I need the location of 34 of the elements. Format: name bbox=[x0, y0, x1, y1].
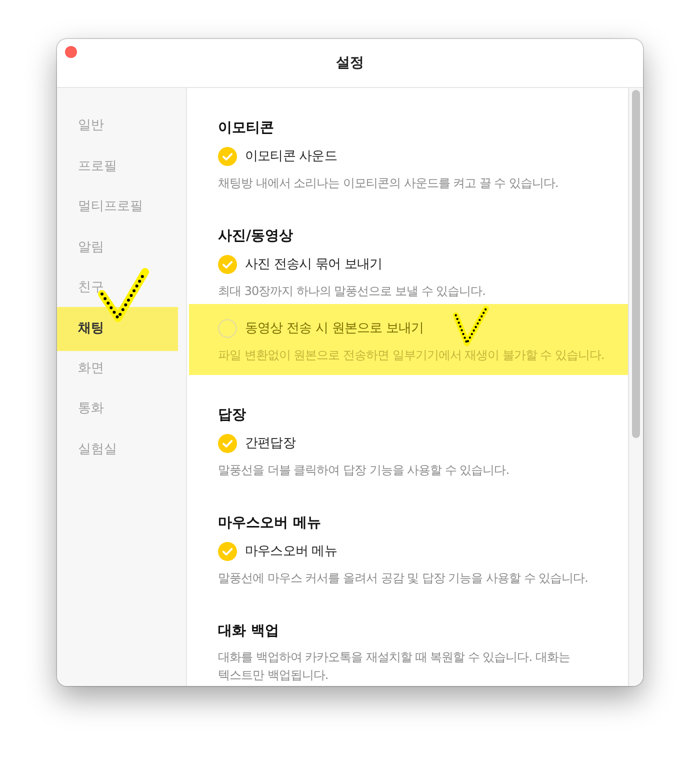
tick-mark-drawing bbox=[452, 305, 492, 349]
option-label: 사진 전송시 묶어 보내기 bbox=[245, 256, 382, 273]
window-title: 설정 bbox=[336, 54, 364, 72]
sidebar-item[interactable]: 일반 bbox=[57, 106, 178, 146]
close-button[interactable] bbox=[65, 46, 77, 58]
option-label: 간편답장 bbox=[245, 435, 296, 452]
sidebar-item[interactable]: 프로필 bbox=[57, 146, 178, 187]
sidebar-item[interactable]: 친구 bbox=[57, 268, 178, 308]
option-description: 채팅방 내에서 소리나는 이모티콘의 사운드를 켜고 끌 수 있습니다. bbox=[218, 175, 560, 192]
section-heading: 이모티콘 bbox=[217, 119, 275, 138]
sidebar-item[interactable]: 화면 bbox=[57, 348, 178, 389]
checkbox[interactable] bbox=[218, 318, 237, 338]
sidebar-item[interactable]: 멀티프로필 bbox=[57, 187, 178, 228]
sidebar-item[interactable]: 알림 bbox=[57, 228, 178, 268]
section-heading: 대화 백업 bbox=[217, 622, 280, 641]
option-description: 말풍선에 마우스 커서를 올려서 공감 및 답장 기능을 사용할 수 있습니다. bbox=[218, 570, 589, 587]
section-heading: 답장 bbox=[217, 406, 247, 425]
option-description: 말풍선을 더블 클릭하여 답장 기능을 사용할 수 있습니다. bbox=[218, 462, 510, 479]
checkbox[interactable] bbox=[218, 254, 237, 274]
option-label: 이모티콘 사운드 bbox=[245, 148, 337, 165]
section-heading: 마우스오버 메뉴 bbox=[217, 514, 322, 533]
checkbox[interactable] bbox=[218, 434, 237, 452]
sidebar-item[interactable]: 채팅 bbox=[57, 306, 178, 350]
sidebar-item[interactable]: 실험실 bbox=[57, 430, 178, 470]
option-label: 동영상 전송 시 원본으로 보내기 bbox=[245, 320, 424, 337]
scrollbar[interactable] bbox=[628, 88, 643, 686]
section-heading: 사진/동영상 bbox=[217, 227, 294, 246]
option-description: 파일 변환없이 원본으로 전송하면 일부기기에서 재생이 불가할 수 있습니다. bbox=[218, 347, 606, 364]
checkbox[interactable] bbox=[218, 542, 237, 560]
section-description: 대화를 백업하여 카카오톡을 재설치할 때 복원할 수 있습니다. 대화는 텍스트만 백업됩니다. bbox=[217, 649, 571, 684]
checkbox[interactable] bbox=[218, 146, 237, 166]
option-description: 최대 30장까지 하나의 말풍선으로 보낼 수 있습니다. bbox=[218, 283, 486, 300]
option-label: 마우스오버 메뉴 bbox=[245, 543, 337, 560]
sidebar-item[interactable]: 통화 bbox=[57, 389, 178, 430]
